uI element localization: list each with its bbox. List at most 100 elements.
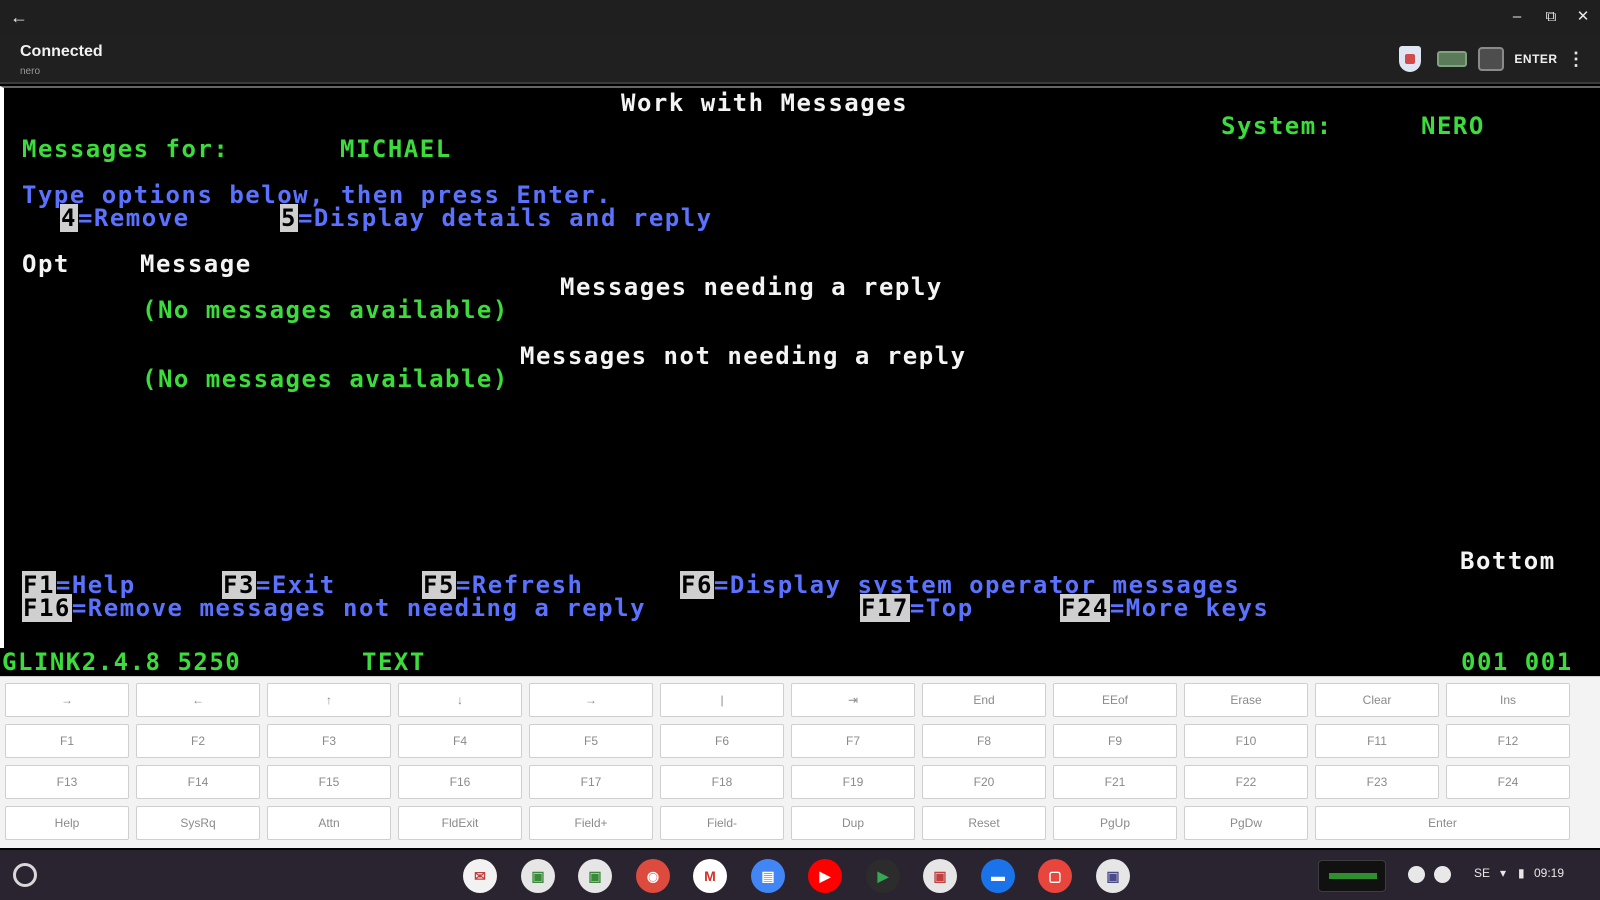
key-erase[interactable]: Erase: [1184, 683, 1308, 717]
fkey-text: =More keys: [1109, 594, 1270, 622]
launcher-icon[interactable]: [13, 863, 37, 887]
key-f3[interactable]: F3: [267, 724, 391, 758]
key-f15[interactable]: F15: [267, 765, 391, 799]
key-f5[interactable]: F5: [529, 724, 653, 758]
key-fldexit[interactable]: FldExit: [398, 806, 522, 840]
terminal-app-icon-4[interactable]: ▣: [1096, 859, 1130, 893]
key-arrow-1[interactable]: ←: [136, 683, 260, 717]
key-field[interactable]: Field+: [529, 806, 653, 840]
key-help[interactable]: Help: [5, 806, 129, 840]
fkey-remove-messages[interactable]: F16=Remove messages not needing a reply: [22, 594, 646, 622]
key-f2[interactable]: F2: [136, 724, 260, 758]
key-arrow-3[interactable]: ↓: [398, 683, 522, 717]
clock[interactable]: 09:19: [1534, 866, 1564, 880]
more-vert-icon[interactable]: ⋮: [1566, 46, 1586, 72]
key-f19[interactable]: F19: [791, 765, 915, 799]
window-thumbnail[interactable]: [1318, 860, 1386, 892]
enter-button[interactable]: ENTER: [1514, 46, 1558, 72]
record-icon[interactable]: [1408, 866, 1425, 883]
messages-for-user: MICHAEL: [340, 135, 452, 163]
wifi-icon[interactable]: ▾: [1500, 866, 1506, 880]
key-clear[interactable]: Clear: [1315, 683, 1439, 717]
key-f6[interactable]: F6: [660, 724, 784, 758]
network-label[interactable]: SE: [1474, 866, 1490, 880]
cursor-position: 001 001: [1461, 648, 1573, 676]
terminal-app-icon-1[interactable]: ▣: [521, 859, 555, 893]
key-arrow-6[interactable]: ⇥: [791, 683, 915, 717]
function-keypad: → ← ↑ ↓ → | ⇥ End EEof Erase Clear Ins F1 F2 F3 F4 F5 F6 F…: [0, 676, 1600, 848]
key-arrow-5[interactable]: |: [660, 683, 784, 717]
key-reset[interactable]: Reset: [922, 806, 1046, 840]
key-arrow-0[interactable]: →: [5, 683, 129, 717]
key-f4[interactable]: F4: [398, 724, 522, 758]
key-f1[interactable]: F1: [5, 724, 129, 758]
key-f8[interactable]: F8: [922, 724, 1046, 758]
screenshot-app-icon[interactable]: ▢: [1038, 859, 1072, 893]
messages-for-label: Messages for:: [22, 135, 230, 163]
notification-icon[interactable]: [1434, 866, 1451, 883]
key-end[interactable]: End: [922, 683, 1046, 717]
option-key: 4: [60, 204, 78, 232]
fkey-top[interactable]: F17=Top: [860, 594, 974, 622]
option-display: 5=Display details and reply: [280, 204, 713, 232]
session-toolbar: Connected nero ENTER ⋮: [0, 34, 1600, 84]
no-messages-text: (No messages available): [142, 365, 509, 393]
close-icon[interactable]: ✕: [1572, 6, 1594, 28]
key-f14[interactable]: F14: [136, 765, 260, 799]
lock-icon[interactable]: [1476, 46, 1506, 72]
terminal-screen[interactable]: Work with Messages System: NERO Messages…: [0, 86, 1600, 678]
battery-icon[interactable]: ▮: [1518, 866, 1525, 880]
key-f16[interactable]: F16: [398, 765, 522, 799]
key-sysrq[interactable]: SysRq: [136, 806, 260, 840]
key-f21[interactable]: F21: [1053, 765, 1177, 799]
key-dup[interactable]: Dup: [791, 806, 915, 840]
key-f22[interactable]: F22: [1184, 765, 1308, 799]
input-mode: TEXT: [362, 648, 426, 676]
play-store-icon[interactable]: ▶: [866, 859, 900, 893]
key-pgdw[interactable]: PgDw: [1184, 806, 1308, 840]
key-f12[interactable]: F12: [1446, 724, 1570, 758]
key-f13[interactable]: F13: [5, 765, 129, 799]
emulator-version: GLINK2.4.8 5250: [2, 648, 242, 676]
files-icon[interactable]: ▬: [981, 859, 1015, 893]
key-f7[interactable]: F7: [791, 724, 915, 758]
fkey-label: F17: [860, 594, 910, 622]
key-field[interactable]: Field-: [660, 806, 784, 840]
docs-icon[interactable]: ▤: [751, 859, 785, 893]
restore-icon[interactable]: ⧉: [1540, 6, 1562, 28]
column-header-message: Message: [140, 250, 252, 278]
key-pgup[interactable]: PgUp: [1053, 806, 1177, 840]
chrome-icon[interactable]: ◉: [636, 859, 670, 893]
key-f18[interactable]: F18: [660, 765, 784, 799]
host-name: nero: [20, 66, 41, 77]
terminal-app-icon-2[interactable]: ▣: [578, 859, 612, 893]
gmail-icon[interactable]: M: [693, 859, 727, 893]
key-arrow-4[interactable]: →: [529, 683, 653, 717]
key-f17[interactable]: F17: [529, 765, 653, 799]
key-attn[interactable]: Attn: [267, 806, 391, 840]
key-f23[interactable]: F23: [1315, 765, 1439, 799]
key-f24[interactable]: F24: [1446, 765, 1570, 799]
badge-icon[interactable]: [1398, 46, 1422, 72]
keyboard-icon[interactable]: [1435, 46, 1469, 72]
key-f11[interactable]: F11: [1315, 724, 1439, 758]
key-f9[interactable]: F9: [1053, 724, 1177, 758]
key-arrow-2[interactable]: ↑: [267, 683, 391, 717]
key-ins[interactable]: Ins: [1446, 683, 1570, 717]
section-not-needing-reply: Messages not needing a reply: [520, 342, 967, 370]
option-remove: 4=Remove: [60, 204, 190, 232]
key-f10[interactable]: F10: [1184, 724, 1308, 758]
fkey-more-keys[interactable]: F24=More keys: [1060, 594, 1270, 622]
terminal-app-icon-3[interactable]: ▣: [923, 859, 957, 893]
key-enter[interactable]: Enter: [1315, 806, 1570, 840]
youtube-icon[interactable]: ▶: [808, 859, 842, 893]
fkey-text: =Top: [909, 594, 974, 622]
window-titlebar: ← – ⧉ ✕: [0, 0, 1600, 34]
minimize-icon[interactable]: –: [1506, 6, 1528, 28]
key-f20[interactable]: F20: [922, 765, 1046, 799]
mail-app-icon[interactable]: ✉: [463, 859, 497, 893]
option-text: =Remove: [77, 204, 190, 232]
key-eeof[interactable]: EEof: [1053, 683, 1177, 717]
system-shelf: SE ▾ ▮ 09:19 ✉ ▣ ▣ ◉ M ▤ ▶ ▶ ▣ ▬ ▢ ▣: [0, 850, 1600, 900]
back-arrow-icon[interactable]: ←: [8, 6, 30, 28]
